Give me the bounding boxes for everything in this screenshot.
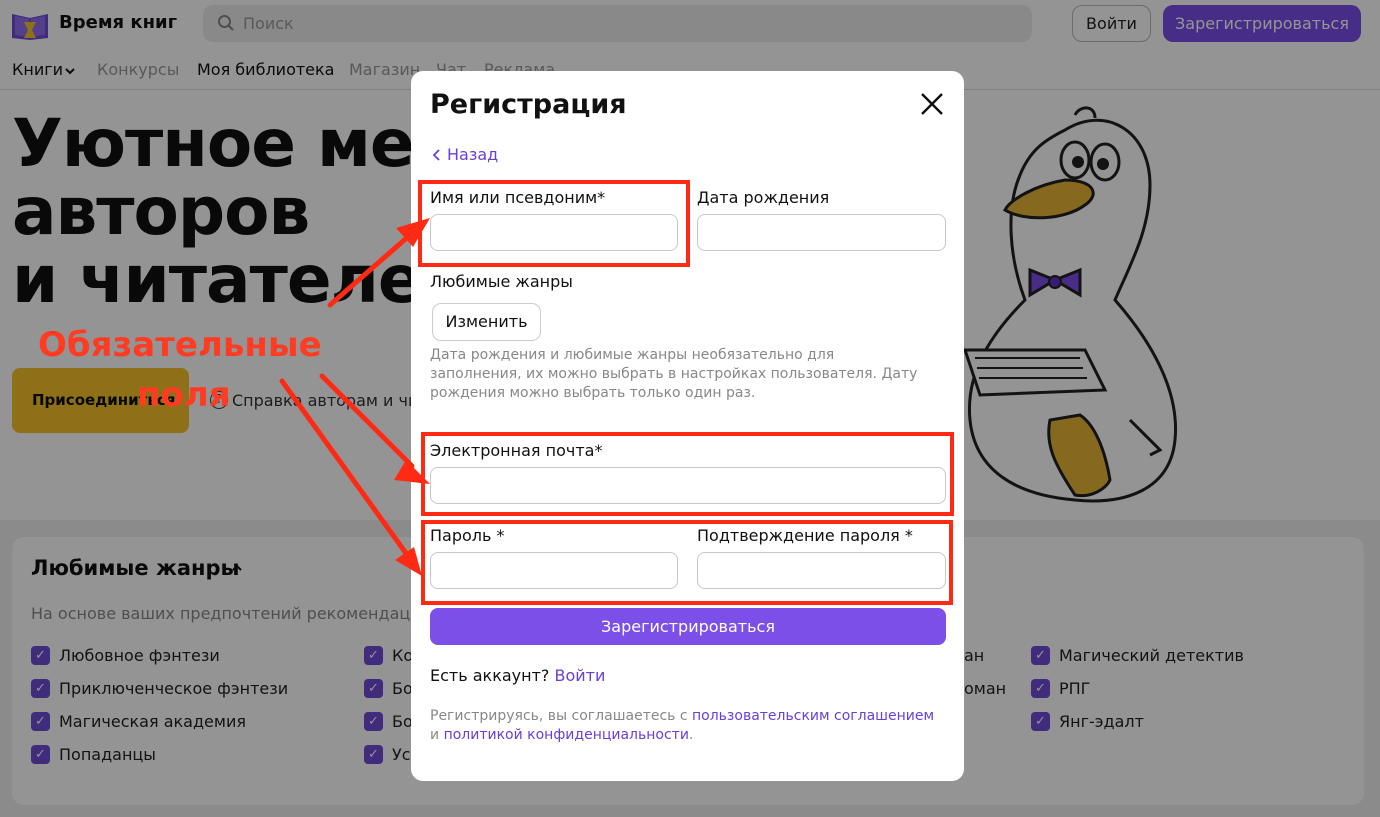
annotation-label-line2: поля: [137, 375, 231, 415]
annotation-label-line1: Обязательные: [38, 325, 322, 365]
